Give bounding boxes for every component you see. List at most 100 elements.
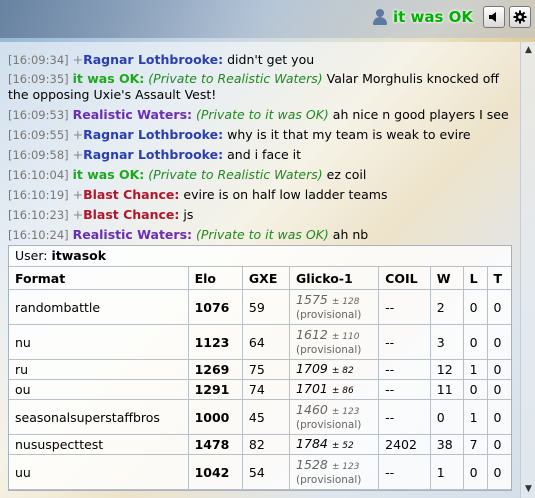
message-author[interactable]: Blast Chance: xyxy=(83,207,179,222)
format-cell: nususpecttest xyxy=(9,434,189,455)
private-message-tag: (Private to Realistic Waters) xyxy=(148,167,323,182)
table-row: nususpecttest 1478 82 1784 ± 52 2402 38 7 0 xyxy=(9,434,511,455)
message-text: didn't get you xyxy=(227,52,315,67)
glicko-deviation: ± 82 xyxy=(331,365,354,376)
message-timestamp: [16:10:23] xyxy=(8,208,69,222)
message-timestamp: [16:09:53] xyxy=(8,108,69,122)
losses-cell: 1 xyxy=(463,359,488,380)
coil-cell: -- xyxy=(378,399,431,435)
user-rank: + xyxy=(72,127,84,142)
table-row: randombattle 1076 59 1575 ± 128 (provisional… xyxy=(9,289,511,325)
glicko-deviation: ± 123 xyxy=(331,407,360,417)
message-author[interactable]: it was OK: xyxy=(73,167,145,182)
coil-cell: -- xyxy=(378,454,431,490)
glicko-cell: 1528 ± 123 (provisional) xyxy=(289,454,380,490)
ranking-username: itwasok xyxy=(51,248,107,263)
message-timestamp: [16:09:35] xyxy=(8,72,69,86)
gxe-cell: 75 xyxy=(242,359,291,380)
chat-message: [16:09:35] it was OK: (Private to Realis… xyxy=(8,70,518,105)
glicko-cell: 1709 ± 82 xyxy=(289,359,380,380)
losses-cell: 0 xyxy=(463,379,488,400)
glicko-deviation: ± 86 xyxy=(331,385,354,396)
losses-cell: 0 xyxy=(463,324,488,360)
message-author[interactable]: Realistic Waters: xyxy=(73,107,192,122)
ties-cell: 0 xyxy=(487,399,511,435)
gxe-cell: 54 xyxy=(242,454,291,490)
scroll-up-icon[interactable]: ▲ xyxy=(522,44,535,57)
message-author[interactable]: Ragnar Lothbrooke: xyxy=(83,127,223,142)
losses-cell: 0 xyxy=(463,454,488,490)
wins-cell: 1 xyxy=(430,454,464,490)
gxe-cell: 74 xyxy=(242,379,291,400)
chat-log: [16:09:34] +Ragnar Lothbrooke: didn't ge… xyxy=(8,50,518,245)
wins-cell: 11 xyxy=(430,379,464,400)
gxe-cell: 82 xyxy=(242,434,291,455)
chat-message: [16:09:34] +Ragnar Lothbrooke: didn't ge… xyxy=(8,50,518,70)
private-message-tag: (Private to it was OK) xyxy=(196,227,329,242)
chat-message: [16:09:55] +Ragnar Lothbrooke: why is it… xyxy=(8,125,518,145)
glicko-deviation: ± 52 xyxy=(331,440,354,451)
format-cell: ou xyxy=(9,379,189,400)
wins-cell: 2 xyxy=(430,289,464,325)
username-button[interactable]: it was OK xyxy=(393,8,473,26)
glicko-cell: 1460 ± 123 (provisional) xyxy=(289,399,380,435)
elo-cell: 1042 xyxy=(188,454,243,490)
glicko-deviation: ± 128 xyxy=(331,297,360,307)
column-header: Elo xyxy=(188,267,243,290)
elo-cell: 1291 xyxy=(188,379,243,400)
provisional-label: (provisional) xyxy=(296,419,362,431)
wins-cell: 0 xyxy=(430,399,464,435)
elo-cell: 1123 xyxy=(188,324,243,360)
settings-button[interactable] xyxy=(509,6,531,28)
message-timestamp: [16:10:19] xyxy=(8,188,69,202)
message-author[interactable]: Ragnar Lothbrooke: xyxy=(83,52,223,67)
ties-cell: 0 xyxy=(487,379,511,400)
private-message-tag: (Private to Realistic Waters) xyxy=(148,71,323,86)
sound-button[interactable] xyxy=(483,6,505,28)
ties-cell: 0 xyxy=(487,454,511,490)
glicko-value: 1528 xyxy=(296,457,328,472)
provisional-label: (provisional) xyxy=(296,474,362,486)
elo-cell: 1269 xyxy=(188,359,243,380)
message-author[interactable]: Realistic Waters: xyxy=(73,227,192,242)
message-author[interactable]: Ragnar Lothbrooke: xyxy=(83,147,223,162)
chat-scrollbar[interactable]: ▲ ▼ xyxy=(520,42,535,498)
table-header-row: Format Elo GXE Glicko-1 COIL W L T xyxy=(9,267,511,290)
column-header: T xyxy=(487,267,511,290)
column-header: Glicko-1 xyxy=(289,267,380,290)
elo-cell: 1076 xyxy=(188,289,243,325)
glicko-value: 1612 xyxy=(296,327,328,342)
gxe-cell: 64 xyxy=(242,324,291,360)
message-text: js xyxy=(183,207,194,222)
glicko-deviation: ± 110 xyxy=(331,332,360,342)
scroll-down-icon[interactable]: ▼ xyxy=(522,483,535,496)
glicko-deviation: ± 123 xyxy=(331,462,360,472)
glicko-value: 1784 xyxy=(296,435,328,451)
message-author[interactable]: Blast Chance: xyxy=(83,187,179,202)
message-timestamp: [16:09:55] xyxy=(8,128,69,142)
losses-cell: 1 xyxy=(463,399,488,435)
provisional-label: (provisional) xyxy=(296,344,362,356)
coil-cell: -- xyxy=(378,379,431,400)
column-header: Format xyxy=(9,267,189,290)
format-cell: ru xyxy=(9,359,189,380)
glicko-cell: 1575 ± 128 (provisional) xyxy=(289,289,380,325)
chat-message: [16:09:53] Realistic Waters: (Private to… xyxy=(8,105,518,125)
coil-cell: -- xyxy=(378,289,431,325)
table-row: nu 1123 64 1612 ± 110 (provisional) -- 3 0 0 xyxy=(9,324,511,360)
message-timestamp: [16:10:24] xyxy=(8,228,69,242)
message-author[interactable]: it was OK: xyxy=(73,71,145,86)
elo-cell: 1000 xyxy=(188,399,243,435)
elo-cell: 1478 xyxy=(188,434,243,455)
wins-cell: 3 xyxy=(430,324,464,360)
glicko-value: 1460 xyxy=(296,402,328,417)
ties-cell: 0 xyxy=(487,324,511,360)
chat-message: [16:10:19] +Blast Chance: evire is on ha… xyxy=(8,185,518,205)
user-rank: + xyxy=(72,147,84,162)
coil-cell: -- xyxy=(378,359,431,380)
gxe-cell: 45 xyxy=(242,399,291,435)
ranking-user-row: User: itwasok xyxy=(9,246,511,267)
message-text: and i face it xyxy=(227,147,302,162)
format-cell: nu xyxy=(9,324,189,360)
table-row: ru 1269 75 1709 ± 82 -- 12 1 0 xyxy=(9,359,511,380)
